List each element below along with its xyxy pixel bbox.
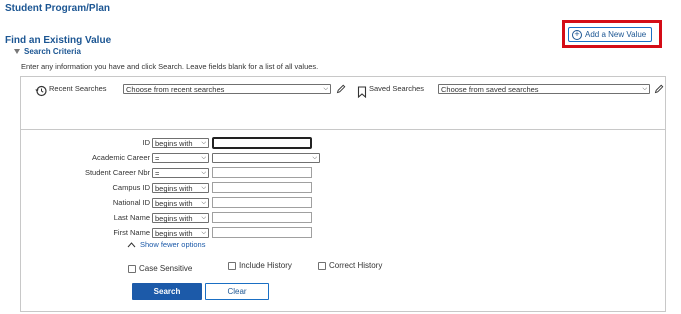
include-history-checkbox[interactable] [228,262,236,270]
chevron-down-icon: ⌵ [201,155,206,161]
operator-value: begins with [155,228,193,238]
page-title: Student Program/Plan [5,3,111,14]
field-label-student-career-nbr: Student Career Nbr [84,168,150,177]
operator-value: begins with [155,213,193,223]
academic-career-select[interactable]: ⌵ [212,153,320,163]
recent-searches-value: Choose from recent searches [126,84,225,94]
academic-career-operator-select[interactable]: = ⌵ [152,153,209,163]
chevron-down-icon: ⌵ [201,185,206,191]
bookmark-icon [357,86,367,98]
field-label-id: ID [142,138,151,147]
operator-value: begins with [155,183,193,193]
id-operator-select[interactable]: begins with ⌵ [152,138,209,148]
saved-searches-value: Choose from saved searches [441,84,539,94]
show-fewer-options-link[interactable]: Show fewer options [140,240,205,249]
field-label-campus-id: Campus ID [112,183,150,192]
chevron-down-icon: ⌵ [201,200,206,206]
search-criteria-toggle[interactable]: Search Criteria [14,47,81,56]
saved-searches-select[interactable]: Choose from saved searches ⌵ [438,84,650,94]
operator-value: = [155,153,160,163]
national-id-input[interactable] [212,197,312,208]
pencil-icon[interactable] [336,84,346,94]
recent-searches-label: Recent Searches [49,84,107,93]
last-name-operator-select[interactable]: begins with ⌵ [152,213,209,223]
chevron-down-icon: ⌵ [201,215,206,221]
chevron-down-icon: ⌵ [201,230,206,236]
chevron-up-icon[interactable] [127,241,136,248]
correct-history-checkbox[interactable] [318,262,326,270]
plus-circle-icon: + [572,29,582,40]
chevron-down-icon: ⌵ [201,170,206,176]
section-divider [20,129,666,130]
instructions-text: Enter any information you have and click… [21,62,319,71]
student-career-nbr-input[interactable] [212,167,312,178]
case-sensitive-checkbox[interactable] [128,265,136,273]
campus-id-input[interactable] [212,182,312,193]
operator-value: begins with [155,198,193,208]
first-name-operator-select[interactable]: begins with ⌵ [152,228,209,238]
national-id-operator-select[interactable]: begins with ⌵ [152,198,209,208]
last-name-input[interactable] [212,212,312,223]
field-label-national-id: National ID [112,198,150,207]
chevron-down-icon: ⌵ [642,86,647,92]
case-sensitive-label: Case Sensitive [139,264,193,273]
include-history-label: Include History [239,261,292,270]
id-input[interactable] [212,137,312,149]
search-button[interactable]: Search [132,283,202,300]
field-label-academic-career: Academic Career [92,153,150,162]
clear-button[interactable]: Clear [205,283,269,300]
chevron-down-icon: ⌵ [312,155,317,161]
history-icon [35,85,47,97]
first-name-input[interactable] [212,227,312,238]
add-new-value-label: Add a New Value [585,30,647,39]
collapse-triangle-icon [14,49,20,54]
add-new-value-button[interactable]: + Add a New Value [568,27,652,42]
field-label-first-name: First Name [113,228,150,237]
campus-id-operator-select[interactable]: begins with ⌵ [152,183,209,193]
find-existing-title: Find an Existing Value [5,35,112,46]
chevron-down-icon: ⌵ [201,140,206,146]
correct-history-label: Correct History [329,261,383,270]
search-criteria-label: Search Criteria [24,47,81,56]
chevron-down-icon: ⌵ [323,86,328,92]
student-career-nbr-operator-select[interactable]: = ⌵ [152,168,209,178]
saved-searches-label: Saved Searches [369,84,425,93]
operator-value: = [155,168,160,178]
pencil-icon[interactable] [654,84,664,94]
search-panel [20,76,666,312]
field-label-last-name: Last Name [113,213,150,222]
operator-value: begins with [155,138,193,148]
recent-searches-select[interactable]: Choose from recent searches ⌵ [123,84,331,94]
